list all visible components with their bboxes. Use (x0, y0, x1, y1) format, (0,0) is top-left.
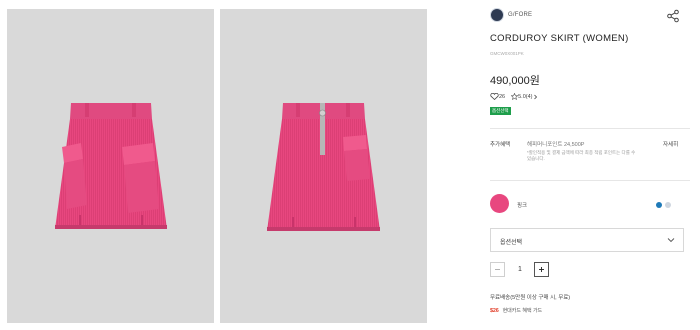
quantity-increase-button[interactable] (534, 262, 549, 277)
likes-count: 26 (499, 93, 506, 100)
quantity-decrease-button[interactable] (490, 262, 505, 277)
shipping-text: 무료배송(5만원 이상 구매 시, 무료) (490, 295, 571, 301)
share-icon[interactable] (666, 9, 680, 23)
color-name: 핑크 (517, 203, 528, 209)
divider (490, 128, 690, 129)
brand-logo[interactable] (490, 8, 504, 22)
chevron-right-icon[interactable] (533, 94, 538, 100)
option-select[interactable]: 옵션선택 (490, 228, 684, 252)
product-title: CORDUROY SKIRT (WOMEN) (490, 33, 629, 44)
brand-name[interactable]: G/FORE (508, 12, 532, 18)
minus-icon (495, 269, 500, 270)
pink-corduroy-skirt-back-icon (267, 103, 380, 231)
color-dot-blue[interactable] (656, 202, 662, 208)
benefit-detail-link[interactable]: 자세히 (663, 140, 678, 148)
product-code: GMCW0X001PK (490, 51, 524, 56)
product-price: 490,000원 (490, 75, 540, 87)
payment-logo: $26 (490, 307, 499, 314)
color-dot-grey[interactable] (665, 202, 671, 208)
plus-icon (539, 267, 544, 272)
skirt-front-image[interactable] (7, 9, 214, 323)
rating-value[interactable]: 5.0(4) (518, 94, 532, 100)
option-select-label: 옵션선택 (500, 240, 523, 246)
color-swatch-pink[interactable] (490, 194, 509, 213)
payment-benefit-row[interactable]: $26 현대카드 혜택 가드 (490, 307, 543, 315)
pink-corduroy-skirt-front-icon (55, 103, 167, 229)
brand-row[interactable]: G/FORE (490, 8, 532, 22)
chevron-down-icon (667, 238, 675, 243)
product-info-panel: G/FORE CORDUROY SKIRT (WOMEN) GMCW0X001P… (490, 0, 690, 330)
stats-row: 26 5.0(4) (490, 93, 538, 100)
benefit-label: 추가혜택 (490, 142, 511, 148)
quantity-value[interactable]: 1 (518, 266, 522, 273)
heart-icon[interactable] (490, 93, 499, 100)
skirt-back-image[interactable] (220, 9, 427, 323)
benefit-note: *할인적용 및 결제 금액에 따라 최종 적립 포인트는 다를 수 있습니다. (527, 150, 636, 161)
benefit-points: 해피머니포인트 24,500P (527, 142, 585, 148)
payment-text: 현대카드 혜택 가드 (502, 308, 543, 314)
divider (490, 180, 690, 181)
option-badge: 옵션선택 (490, 107, 511, 115)
star-icon (511, 93, 519, 100)
